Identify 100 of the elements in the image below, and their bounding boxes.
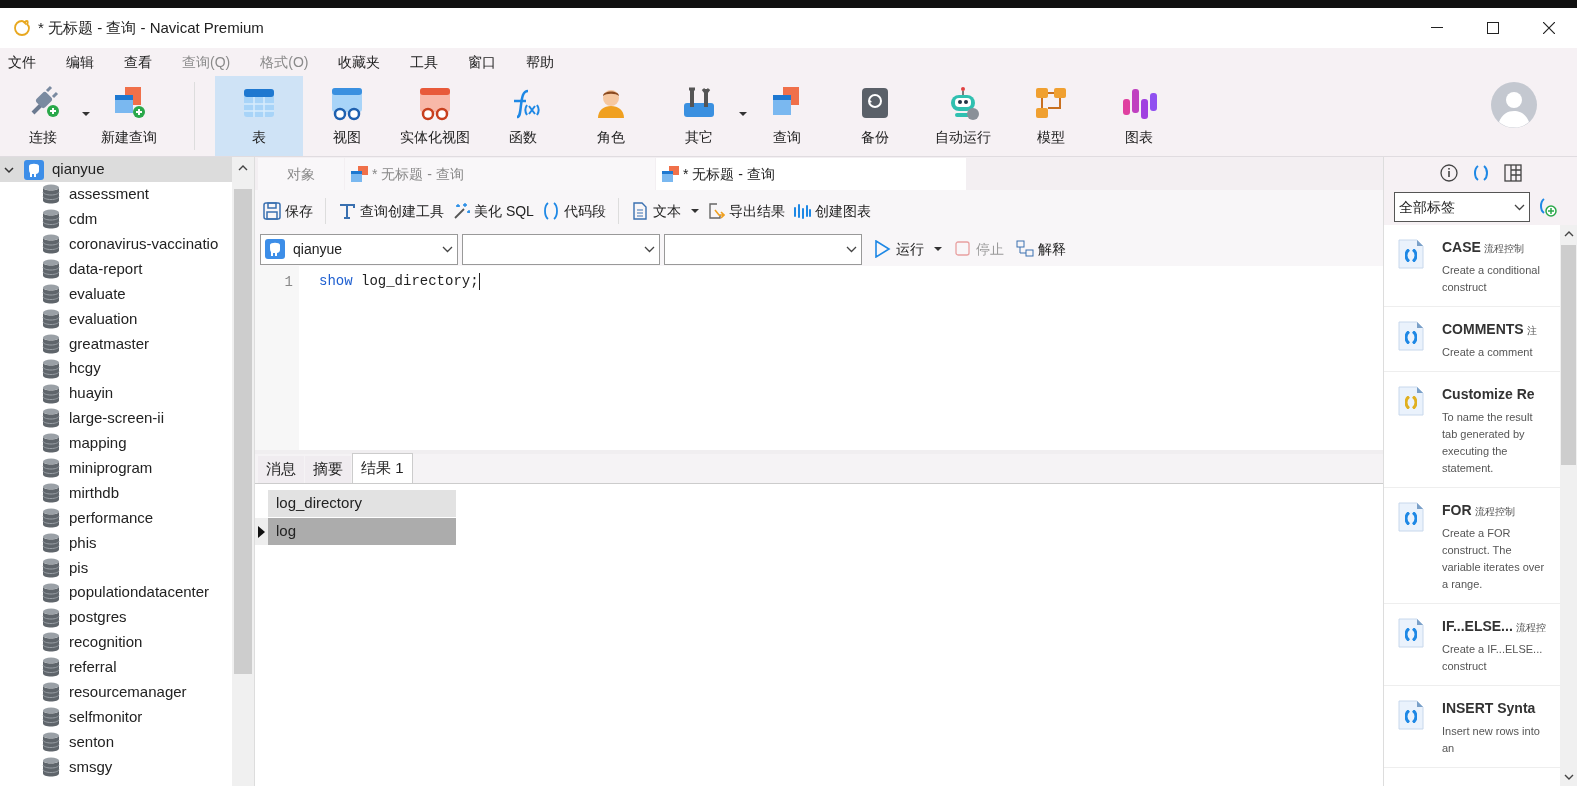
database-item[interactable]: selfmonitor bbox=[0, 704, 232, 730]
editor-tab[interactable]: * 无标题 - 查询 bbox=[656, 158, 966, 190]
toolbar-button[interactable]: 视图 bbox=[303, 76, 391, 156]
tag-filter-value: 全部标签 bbox=[1399, 197, 1456, 217]
dropdown[interactable] bbox=[462, 233, 660, 265]
database-item[interactable]: huayin bbox=[0, 381, 232, 406]
connection-dropdown[interactable]: qianyue bbox=[260, 233, 458, 265]
toolbar-button[interactable]: 连接 bbox=[0, 76, 86, 156]
database-item[interactable]: populationdatacenter bbox=[0, 580, 232, 606]
toolbar-button[interactable]: 保存 bbox=[261, 197, 315, 225]
toolbar-button[interactable]: 图表 bbox=[1095, 76, 1183, 156]
database-item[interactable]: resourcemanager bbox=[0, 679, 232, 705]
menu-item[interactable]: 窗口 bbox=[468, 51, 497, 73]
database-item[interactable]: referral bbox=[0, 654, 232, 680]
database-icon bbox=[42, 259, 60, 280]
scroll-up-icon[interactable] bbox=[1563, 231, 1574, 237]
snippet-title: COMMENTS bbox=[1442, 320, 1524, 339]
toolbar-button[interactable]: 导出结果 bbox=[704, 197, 787, 225]
database-item[interactable]: smsgy bbox=[0, 754, 232, 780]
query-icon bbox=[351, 166, 368, 182]
connection-item[interactable]: qianyue bbox=[0, 157, 232, 182]
toolbar-button[interactable]: 文本 bbox=[628, 197, 701, 225]
snippet-description: Create a comment bbox=[1442, 345, 1534, 360]
editor-tab[interactable]: 对象 bbox=[258, 158, 344, 190]
scrollbar-thumb[interactable] bbox=[234, 189, 252, 674]
database-item[interactable]: pis bbox=[0, 555, 232, 581]
database-item[interactable]: assessment bbox=[0, 182, 232, 207]
database-item[interactable]: senton bbox=[0, 729, 232, 755]
code-snippet-icon[interactable] bbox=[1471, 164, 1490, 182]
database-item[interactable]: performance bbox=[0, 505, 232, 531]
menu-item[interactable]: 编辑 bbox=[66, 51, 94, 73]
toolbar-button[interactable]: 创建图表 bbox=[790, 197, 873, 225]
result-tab[interactable]: 结果 1 bbox=[352, 453, 413, 483]
database-item[interactable]: hcgy bbox=[0, 356, 232, 382]
database-item[interactable]: phis bbox=[0, 530, 232, 556]
toolbar-button[interactable]: 美化 SQL bbox=[450, 197, 536, 225]
database-item[interactable]: postgres bbox=[0, 605, 232, 631]
grid-view-icon[interactable] bbox=[1503, 164, 1522, 182]
editor-tab[interactable]: * 无标题 - 查询 bbox=[345, 158, 655, 190]
database-item[interactable]: cdm bbox=[0, 206, 232, 232]
code-editor[interactable]: show log_directory; bbox=[299, 266, 1383, 450]
snippet-card[interactable]: CASE 流程控制 Create a conditional construct bbox=[1384, 225, 1560, 307]
query-builder-icon bbox=[338, 202, 356, 220]
code-line: show log_directory; bbox=[319, 271, 479, 291]
database-item[interactable]: large-screen-ii bbox=[0, 406, 232, 431]
tag-filter-dropdown[interactable]: 全部标签 bbox=[1394, 192, 1530, 222]
database-item[interactable]: evaluation bbox=[0, 306, 232, 332]
database-item[interactable]: mapping bbox=[0, 430, 232, 456]
snippet-card[interactable]: IF...ELSE... 流程控 Create a IF...ELSE... construct bbox=[1384, 604, 1560, 686]
menu-item[interactable]: 查看 bbox=[124, 51, 152, 73]
database-icon bbox=[42, 508, 60, 528]
database-icon bbox=[42, 234, 60, 255]
database-item[interactable]: data-report bbox=[0, 256, 232, 282]
toolbar-button[interactable]: 运行 bbox=[874, 235, 942, 263]
database-item[interactable]: evaluate bbox=[0, 281, 232, 307]
snippet-card[interactable]: INSERT Synta Insert new rows into an bbox=[1384, 686, 1560, 768]
toolbar-button[interactable]: 新建查询 bbox=[86, 76, 172, 156]
scroll-up-icon[interactable] bbox=[238, 165, 248, 171]
database-icon bbox=[42, 333, 60, 354]
toolbar-button[interactable]: 代码段 bbox=[539, 197, 608, 225]
database-icon bbox=[42, 632, 60, 653]
menu-item[interactable]: 收藏夹 bbox=[338, 51, 381, 73]
column-header[interactable]: log_directory bbox=[268, 490, 456, 517]
database-item[interactable]: recognition bbox=[0, 630, 232, 655]
menu-item[interactable]: 文件 bbox=[8, 51, 36, 73]
database-item[interactable]: mirthdb bbox=[0, 480, 232, 506]
toolbar-button[interactable]: 备份 bbox=[831, 76, 919, 156]
toolbar-button[interactable]: 函数 bbox=[479, 76, 567, 156]
menu-item[interactable]: 工具 bbox=[410, 51, 439, 73]
toolbar-button[interactable]: 自动运行 bbox=[919, 76, 1007, 156]
toolbar-button[interactable]: 解释 bbox=[1016, 235, 1066, 263]
maximize-icon bbox=[1487, 22, 1499, 34]
snippet-description: To name the result tab generated by executing the statement. bbox=[1442, 410, 1534, 476]
snippet-tag: 流程控 bbox=[1515, 620, 1546, 635]
info-icon[interactable] bbox=[1439, 164, 1458, 182]
toolbar-button[interactable]: 模型 bbox=[1007, 76, 1095, 156]
database-item[interactable]: greatmaster bbox=[0, 331, 232, 357]
minimize-icon bbox=[1431, 27, 1443, 29]
toolbar-button[interactable]: 查询创建工具 bbox=[336, 197, 446, 225]
database-icon bbox=[42, 682, 60, 703]
snippet-card[interactable]: COMMENTS 注 Create a comment bbox=[1384, 307, 1560, 372]
toolbar-button[interactable]: 实体化视图 bbox=[391, 76, 479, 156]
snippet-description: Insert new rows into an bbox=[1442, 724, 1541, 756]
snippet-description: Create a FOR construct. The variable iterates over a range. bbox=[1442, 526, 1546, 592]
toolbar-button[interactable]: 其它 bbox=[655, 76, 743, 156]
toolbar-button[interactable]: 表 bbox=[215, 76, 303, 156]
export-icon bbox=[706, 202, 725, 220]
scrollbar-thumb[interactable] bbox=[1561, 245, 1576, 465]
scroll-down-icon[interactable] bbox=[1563, 774, 1574, 780]
database-item[interactable]: coronavirus-vaccinatio bbox=[0, 231, 232, 257]
toolbar-button[interactable]: 查询 bbox=[743, 76, 831, 156]
result-tab[interactable]: 摘要 bbox=[305, 456, 351, 483]
magic-wand-icon bbox=[452, 202, 470, 220]
menu-item[interactable]: 帮助 bbox=[526, 51, 555, 73]
toolbar-button[interactable]: 角色 bbox=[567, 76, 655, 156]
result-tab[interactable]: 消息 bbox=[258, 456, 304, 483]
database-icon bbox=[42, 756, 60, 777]
user-avatar-icon[interactable] bbox=[1491, 82, 1537, 128]
database-item[interactable]: miniprogram bbox=[0, 455, 232, 481]
dropdown[interactable] bbox=[664, 233, 862, 265]
